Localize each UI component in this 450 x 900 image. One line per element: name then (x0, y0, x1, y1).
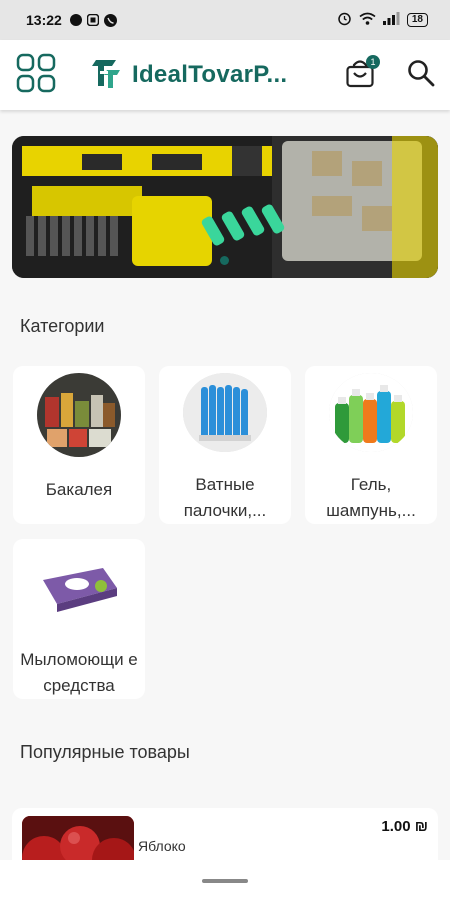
product-card[interactable]: Яблоко 1.00 ₪ (12, 808, 438, 868)
category-label: Ватные палочки,... (183, 475, 267, 520)
popular-section-title: Популярные товары (20, 742, 190, 762)
category-image-cotton-swabs (183, 373, 267, 452)
brand: IdealTovarP... (90, 56, 287, 95)
carousel-indicator[interactable] (220, 256, 229, 265)
whatsapp-icon (103, 13, 117, 27)
category-card-grocery[interactable]: Бакалея (13, 366, 145, 524)
status-time: 13:22 (26, 12, 62, 28)
search-icon (407, 59, 435, 92)
category-image-grocery (37, 373, 121, 457)
category-card-cotton-swabs[interactable]: Ватные палочки,... (159, 366, 291, 524)
grid-icon (16, 53, 56, 98)
system-nav-bar (0, 860, 450, 900)
alarm-icon (337, 11, 352, 29)
categories-section-title: Категории (20, 316, 105, 336)
signal-icon (382, 12, 400, 28)
product-name: Яблоко (138, 838, 186, 854)
category-card-gel-shampoo[interactable]: Гель, шампунь,... (305, 366, 437, 524)
notification-app-icon (86, 14, 99, 26)
app-title: IdealTovarP... (132, 61, 288, 88)
notification-dot-icon (69, 14, 82, 26)
cart-count-badge: 1 (366, 55, 380, 69)
status-bar: 13:22 18 (0, 0, 450, 40)
app-bar: IdealTovarP... 1 (0, 40, 450, 110)
category-card-soap-detergents[interactable]: Мыломоющи е средства (13, 539, 145, 699)
category-image-soap (37, 546, 121, 627)
promo-banner[interactable] (12, 136, 438, 278)
search-button[interactable] (406, 59, 436, 92)
home-indicator[interactable] (202, 879, 248, 883)
category-label: Гель, шампунь,... (326, 475, 416, 520)
cart-button[interactable]: 1 (344, 55, 380, 92)
wifi-icon (359, 12, 376, 28)
category-label: Бакалея (45, 480, 113, 499)
category-label: Мыломоющи е средства (20, 650, 138, 695)
brand-logo-icon (90, 56, 122, 95)
battery-indicator: 18 (406, 13, 428, 27)
categories-menu-button[interactable] (16, 53, 56, 98)
category-image-gel-shampoo (329, 373, 413, 452)
product-price: 1.00 ₪ (381, 818, 428, 835)
